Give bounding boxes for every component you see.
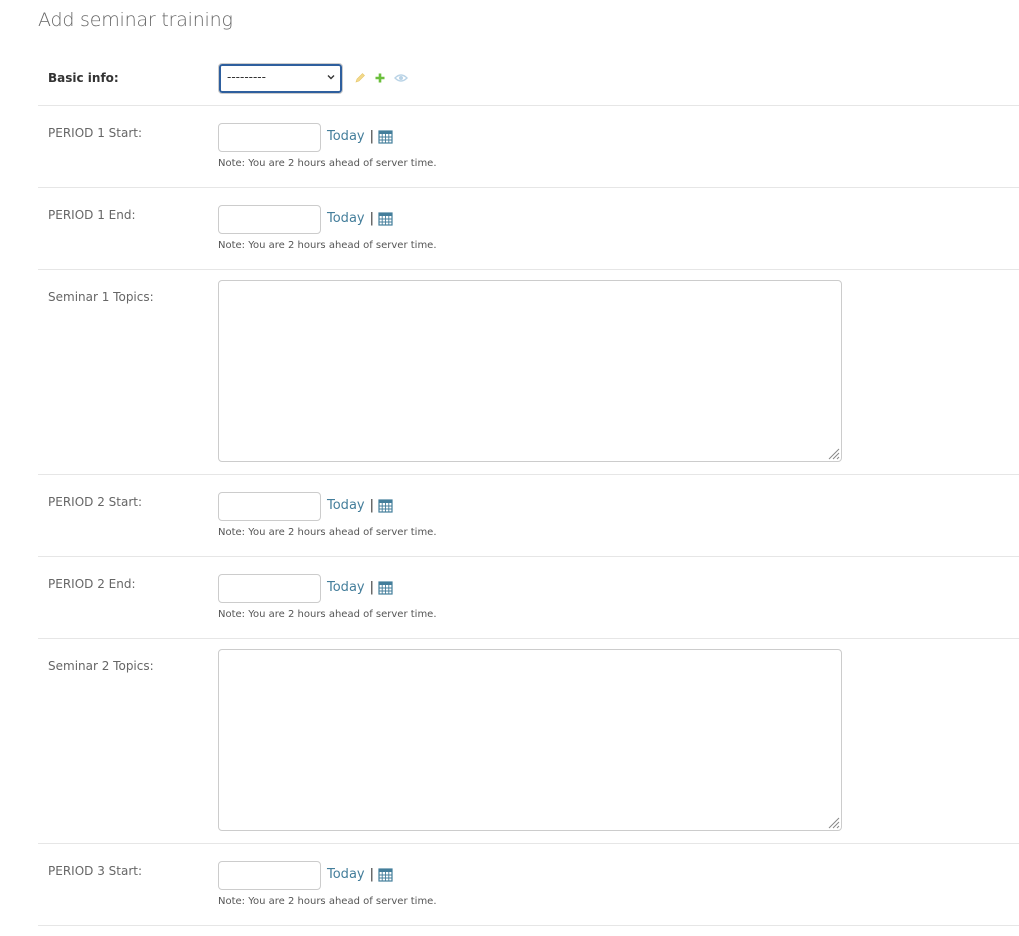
period-1-start-label: PERIOD 1 Start: (48, 126, 143, 140)
period-2-end-input[interactable] (218, 574, 321, 603)
chevron-down-icon (327, 75, 335, 80)
basic-info-selected-value: --------- (227, 70, 266, 84)
seminar-form: Basic info: --------- PERIOD 1 Start: To… (38, 52, 1019, 926)
period-1-start-input[interactable] (218, 123, 321, 152)
basic-info-label: Basic info: (48, 71, 119, 85)
page-title: Add seminar training (38, 9, 233, 31)
period-1-end-input[interactable] (218, 205, 321, 234)
calendar-icon[interactable] (378, 129, 393, 144)
separator: | (369, 498, 374, 513)
separator: | (369, 211, 374, 226)
calendar-icon[interactable] (378, 498, 393, 513)
resize-grip-icon[interactable] (826, 815, 840, 829)
today-link[interactable]: Today (327, 498, 365, 513)
today-link[interactable]: Today (327, 867, 365, 882)
seminar-1-topics-label: Seminar 1 Topics: (48, 290, 154, 304)
today-link[interactable]: Today (327, 580, 365, 595)
server-time-note: Note: You are 2 hours ahead of server ti… (218, 240, 437, 251)
eye-icon[interactable] (394, 72, 408, 84)
period-2-start-label: PERIOD 2 Start: (48, 495, 143, 509)
basic-info-select[interactable]: --------- (218, 63, 343, 94)
plus-icon[interactable] (374, 72, 386, 84)
calendar-icon[interactable] (378, 211, 393, 226)
period-3-start-label: PERIOD 3 Start: (48, 864, 143, 878)
seminar-1-topics-textarea[interactable] (218, 280, 842, 462)
server-time-note: Note: You are 2 hours ahead of server ti… (218, 896, 437, 907)
period-2-end-row: PERIOD 2 End: Today | Note: You are 2 ho… (38, 557, 1019, 639)
separator: | (369, 129, 374, 144)
period-3-start-input[interactable] (218, 861, 321, 890)
period-1-end-row: PERIOD 1 End: Today | Note: You are 2 ho… (38, 188, 1019, 270)
seminar-2-topics-textarea[interactable] (218, 649, 842, 831)
separator: | (369, 580, 374, 595)
calendar-icon[interactable] (378, 867, 393, 882)
today-link[interactable]: Today (327, 211, 365, 226)
server-time-note: Note: You are 2 hours ahead of server ti… (218, 527, 437, 538)
period-2-end-label: PERIOD 2 End: (48, 577, 136, 591)
seminar-2-topics-label: Seminar 2 Topics: (48, 659, 154, 673)
pencil-icon[interactable] (354, 72, 366, 84)
related-actions (354, 72, 408, 84)
period-2-start-row: PERIOD 2 Start: Today | Note: You are 2 … (38, 475, 1019, 557)
period-1-start-row: PERIOD 1 Start: Today | Note: You are 2 … (38, 106, 1019, 188)
today-link[interactable]: Today (327, 129, 365, 144)
server-time-note: Note: You are 2 hours ahead of server ti… (218, 609, 437, 620)
server-time-note: Note: You are 2 hours ahead of server ti… (218, 158, 437, 169)
period-2-start-input[interactable] (218, 492, 321, 521)
period-3-start-row: PERIOD 3 Start: Today | Note: You are 2 … (38, 844, 1019, 926)
basic-info-row: Basic info: --------- (38, 52, 1019, 106)
resize-grip-icon[interactable] (826, 446, 840, 460)
seminar-1-topics-row: Seminar 1 Topics: (38, 270, 1019, 475)
separator: | (369, 867, 374, 882)
period-1-end-label: PERIOD 1 End: (48, 208, 136, 222)
calendar-icon[interactable] (378, 580, 393, 595)
seminar-2-topics-row: Seminar 2 Topics: (38, 639, 1019, 844)
